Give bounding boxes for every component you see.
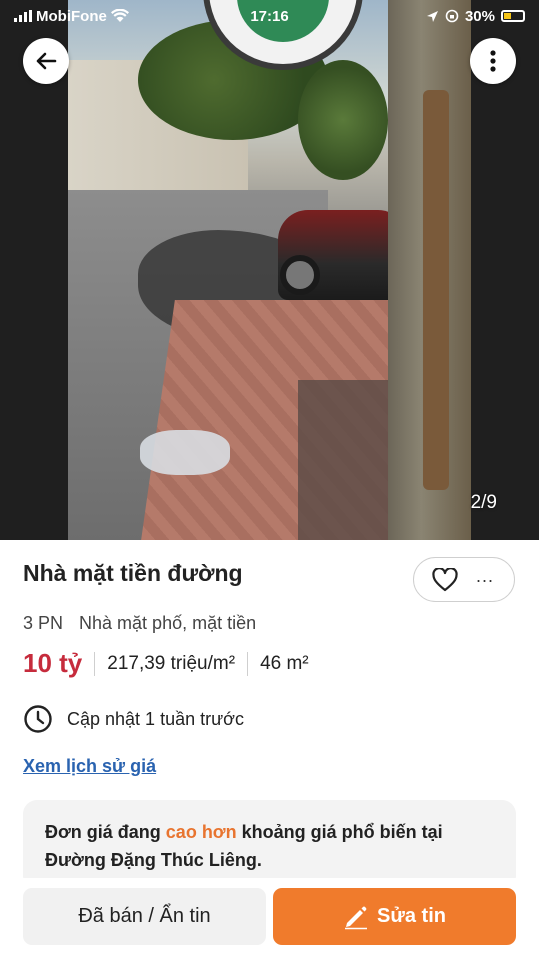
wifi-icon: [110, 9, 129, 22]
edit-listing-button[interactable]: Sửa tin: [273, 888, 516, 945]
price-note-highlight: cao hơn: [165, 822, 237, 842]
price: 10 tỷ: [23, 648, 83, 678]
divider: [94, 651, 96, 676]
updated-text: Cập nhật 1 tuần trước: [67, 708, 244, 729]
battery-icon: [501, 10, 525, 22]
price-row: 10 tỷ 217,39 triệu/m² 46 m²: [23, 648, 309, 679]
arrow-left-icon: [36, 52, 57, 70]
status-bar: MobiFone 17:16 30%: [0, 0, 539, 32]
updated-row: Cập nhật 1 tuần trước: [23, 704, 244, 734]
battery-percent: 30%: [464, 7, 495, 25]
signal-icon: [14, 10, 32, 22]
edit-listing-label: Sửa tin: [377, 905, 446, 927]
more-options-button[interactable]: [470, 38, 516, 84]
pill-more-button[interactable]: ...: [476, 566, 494, 587]
back-button[interactable]: [23, 38, 69, 84]
pencil-icon: [345, 906, 368, 929]
listing-title: Nhà mặt tiền đường: [23, 560, 243, 586]
bedrooms: 3 PN: [23, 613, 64, 633]
property-type: Nhà mặt phố, mặt tiền: [79, 613, 257, 633]
more-vertical-icon: [490, 50, 496, 72]
heart-icon[interactable]: [432, 567, 458, 592]
street-photo: [68, 0, 471, 540]
carrier-label: MobiFone: [36, 7, 107, 25]
unit-price: 217,39 triệu/m²: [107, 652, 236, 674]
photo-counter: 2/9: [470, 492, 497, 513]
clock-icon: [24, 705, 52, 733]
lock-rotation-icon: [445, 9, 459, 23]
listing-meta: 3 PN Nhà mặt phố, mặt tiền: [23, 613, 256, 634]
location-icon: [426, 10, 438, 22]
price-note-prefix: Đơn giá đang: [45, 822, 166, 842]
sold-hide-button[interactable]: Đã bán / Ẩn tin: [23, 888, 266, 945]
sold-hide-label: Đã bán / Ẩn tin: [78, 905, 211, 927]
price-history-link[interactable]: Xem lịch sử giá: [23, 756, 156, 777]
area: 46 m²: [260, 652, 309, 674]
favorite-more-pill[interactable]: ...: [413, 557, 515, 602]
price-note-card: Đơn giá đang cao hơn khoảng giá phổ biến…: [23, 800, 516, 890]
listing-photo[interactable]: MobiFone 17:16 30% 2/9: [0, 0, 539, 540]
divider: [247, 651, 249, 676]
bottom-action-bar: Đã bán / Ẩn tin Sửa tin: [0, 878, 539, 960]
